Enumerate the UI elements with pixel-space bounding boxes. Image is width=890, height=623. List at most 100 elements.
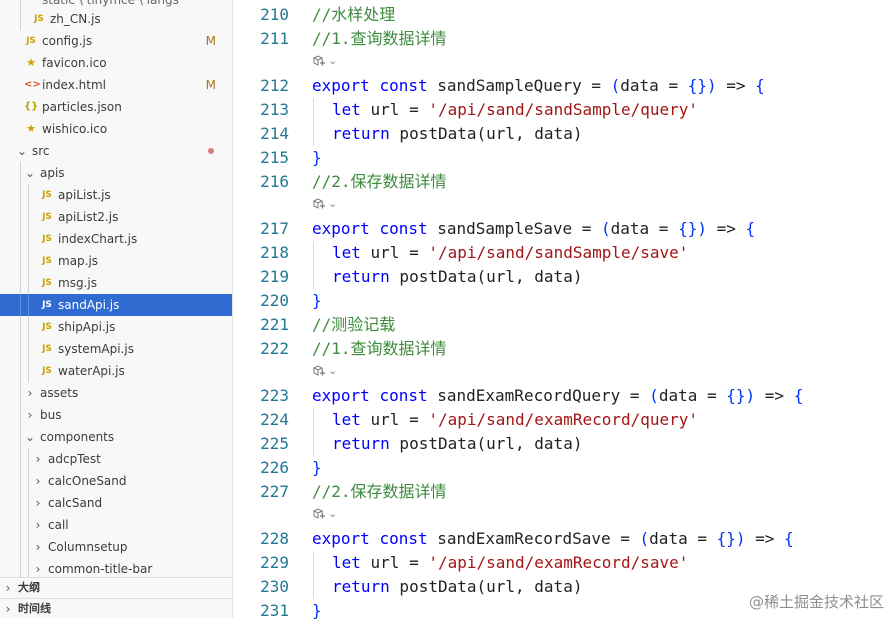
code-line[interactable]: 221 //测验记载 <box>233 313 890 337</box>
tree-row[interactable]: {} particles.json <box>0 96 232 118</box>
code-line[interactable]: 226} <box>233 456 890 480</box>
code-token: return <box>332 434 390 453</box>
code-line[interactable]: 215} <box>233 146 890 170</box>
code-line[interactable]: 213 let url = '/api/sand/sandSample/query… <box>233 98 890 122</box>
tree-row-label: src <box>32 144 50 158</box>
tree-row[interactable]: JS msg.js <box>0 272 232 294</box>
tree-row[interactable]: › assets <box>0 382 232 404</box>
tree-row[interactable]: JS config.js M <box>0 30 232 52</box>
indent-guide <box>313 408 314 432</box>
codelens-row[interactable]: ⌄ <box>312 193 337 215</box>
outline-panel-header[interactable]: › 大纲 <box>0 577 232 598</box>
code-line[interactable]: 211 //1.查询数据详情 <box>233 27 890 51</box>
indent-guide <box>20 382 21 404</box>
code-line[interactable]: 229 let url = '/api/sand/examRecord/save' <box>233 551 890 575</box>
tree-row-label: sandApi.js <box>58 298 120 312</box>
code-token: { <box>745 219 756 238</box>
tree-row[interactable]: ⌄ apis <box>0 162 232 184</box>
code-token: ( <box>601 219 611 238</box>
code-token: //2.保存数据详情 <box>312 172 447 191</box>
tree-row[interactable]: JS apiList2.js <box>0 206 232 228</box>
tree-row[interactable]: › calcOneSand <box>0 470 232 492</box>
tree-row[interactable]: › calcSand <box>0 492 232 514</box>
indent-guide <box>313 98 314 122</box>
tree-row[interactable]: ⌄ src <box>0 140 232 162</box>
chevron-down-icon: ⌄ <box>24 430 36 444</box>
tree-row[interactable]: › adcpTest <box>0 448 232 470</box>
tree-row[interactable]: › Columnsetup <box>0 536 232 558</box>
tree-row-label: apiList2.js <box>58 210 119 224</box>
js-file-icon: JS <box>42 190 52 200</box>
code-line[interactable]: 222 //1.查询数据详情 <box>233 337 890 361</box>
code-token: //1.查询数据详情 <box>312 29 447 48</box>
tree-row-label: index.html <box>42 78 106 92</box>
code-token: data = <box>610 219 679 238</box>
tree-row[interactable]: › call <box>0 514 232 536</box>
indent-guide <box>28 184 29 206</box>
tree-row[interactable]: JS map.js <box>0 250 232 272</box>
codelens-row[interactable]: ⌄ <box>312 503 337 525</box>
code-line[interactable]: 223 export const sandExamRecordQuery = (d… <box>233 384 890 408</box>
tree-row[interactable]: JS waterApi.js <box>0 360 232 382</box>
codelens-row[interactable]: ⌄ <box>312 50 337 72</box>
tree-row[interactable]: JS apiList.js <box>0 184 232 206</box>
indent-guide <box>20 514 21 536</box>
tree-row-selected[interactable]: JS sandApi.js <box>0 294 232 316</box>
indent-guide <box>28 338 29 360</box>
code-token: url = <box>360 553 429 572</box>
tree-row[interactable]: <> index.html M <box>0 74 232 96</box>
js-file-icon: JS <box>42 322 52 332</box>
tree-row[interactable]: › bus <box>0 404 232 426</box>
code-token: data = <box>620 76 688 95</box>
js-file-icon: JS <box>42 256 52 266</box>
code-token: postData(url, data) <box>389 124 583 143</box>
code-text: return postData(url, data) <box>332 432 582 456</box>
code-token: export <box>312 219 370 238</box>
code-token: postData(url, data) <box>389 434 583 453</box>
tree-row-label: particles.json <box>42 100 122 114</box>
code-line[interactable]: 212 export const sandSampleQuery = (data … <box>233 74 890 98</box>
code-line[interactable]: 210 //水样处理 <box>233 3 890 27</box>
code-line[interactable]: 214 return postData(url, data) <box>233 122 890 146</box>
tree-row[interactable]: JS shipApi.js <box>0 316 232 338</box>
code-text: return postData(url, data) <box>332 575 582 599</box>
codelens-row[interactable]: ⌄ <box>312 360 337 382</box>
tree-row[interactable]: ⌄ components <box>0 426 232 448</box>
code-token: const <box>379 386 428 405</box>
code-line[interactable]: 217 export const sandSampleSave = (data =… <box>233 217 890 241</box>
code-line[interactable]: 228 export const sandExamRecordSave = (da… <box>233 527 890 551</box>
tree-row[interactable]: JS systemApi.js <box>0 338 232 360</box>
tree-row[interactable]: JS zh_CN.js <box>0 8 232 30</box>
code-token: data = <box>649 529 717 548</box>
code-token: {} <box>678 219 698 238</box>
code-token: {} <box>687 76 707 95</box>
indent-guide <box>20 404 21 426</box>
tree-row[interactable]: ★ wishico.ico <box>0 118 232 140</box>
code-line[interactable]: 220} <box>233 289 890 313</box>
js-file-icon: JS <box>42 300 52 310</box>
code-token: let <box>332 243 361 262</box>
code-text: let url = '/api/sand/sandSample/save' <box>332 241 688 265</box>
code-line[interactable]: 227 //2.保存数据详情 <box>233 480 890 504</box>
watermark: @稀土掘金技术社区 <box>748 593 884 611</box>
line-number: 225 <box>260 434 289 453</box>
indent-guide <box>20 8 21 30</box>
code-line[interactable]: 224 let url = '/api/sand/examRecord/query… <box>233 408 890 432</box>
line-number: 230 <box>260 577 289 596</box>
tree-row[interactable]: ★ favicon.ico <box>0 52 232 74</box>
code-line[interactable]: 219 return postData(url, data) <box>233 265 890 289</box>
line-number: 223 <box>260 386 289 405</box>
code-token: const <box>379 76 428 95</box>
code-token: return <box>332 267 390 286</box>
code-editor[interactable]: 210 //水样处理 211 //1.查询数据详情 ⌄ 212 export const s… <box>233 0 890 620</box>
code-line[interactable]: 216 //2.保存数据详情 <box>233 170 890 194</box>
codelens-icon <box>312 198 325 209</box>
tree-row-label: wishico.ico <box>42 122 108 136</box>
code-line[interactable]: 225 return postData(url, data) <box>233 432 890 456</box>
tree-row-label: calcSand <box>48 496 103 510</box>
code-line[interactable]: 218 let url = '/api/sand/sandSample/save' <box>233 241 890 265</box>
timeline-panel-header[interactable]: › 时间线 <box>0 598 232 618</box>
chevron-right-icon: › <box>35 474 41 488</box>
line-number: 216 <box>260 172 289 191</box>
tree-row[interactable]: JS indexChart.js <box>0 228 232 250</box>
